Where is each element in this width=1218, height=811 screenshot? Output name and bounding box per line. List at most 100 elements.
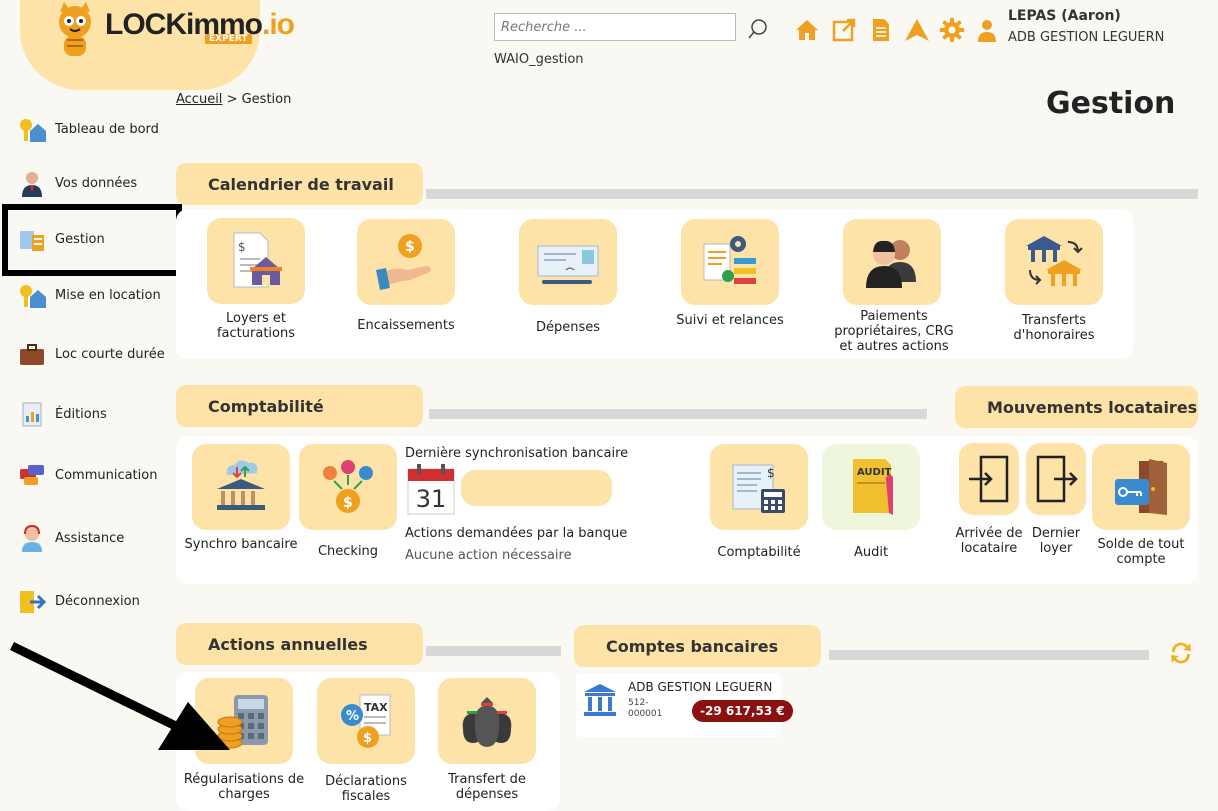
svg-text:$: $ (767, 466, 775, 480)
bank-balance-badge: -29 617,53 € (692, 700, 793, 722)
tile-paiements-proprietaires[interactable] (843, 219, 941, 305)
sidebar-item-assistance[interactable]: Assistance (18, 522, 178, 554)
tax-icon: TAX% $ (341, 694, 391, 748)
sidebar-item-tableau-de-bord[interactable]: Tableau de bord (18, 113, 178, 145)
sidebar-item-deconnexion[interactable]: Déconnexion (18, 585, 178, 617)
tile-label: Checking (317, 544, 379, 559)
tile-label: Transferts d'honoraires (1013, 313, 1095, 343)
sync-date-field (461, 470, 612, 506)
tile-transfert-depenses[interactable] (438, 678, 536, 764)
svg-text:TAX: TAX (364, 701, 388, 714)
house-key-icon (20, 285, 46, 308)
tile-audit[interactable]: AUDIT (822, 444, 920, 530)
sidebar-item-label: Loc courte durée (55, 346, 165, 362)
user-company: ADB GESTION LEGUERN (1008, 30, 1165, 45)
tile-depenses[interactable] (519, 219, 617, 305)
svg-text:$: $ (343, 495, 353, 511)
bank-actions-title: Actions demandées par la banque (405, 526, 628, 541)
suitcase-icon (20, 344, 44, 365)
svg-text:$: $ (363, 731, 372, 746)
tile-label: Suivi et relances (676, 313, 784, 328)
tile-encaissements[interactable]: $ (357, 219, 455, 305)
cheque-icon (537, 245, 599, 284)
tile-label: Paiements propriétaires, CRG et autres a… (834, 309, 954, 354)
sidebar-item-label: Éditions (55, 406, 107, 422)
sidebar-item-label: Mise en location (55, 287, 161, 303)
tile-checking[interactable]: $ (299, 444, 397, 530)
highlight-box (2, 204, 182, 276)
section-divider (426, 189, 1198, 199)
cat-mascot-icon (59, 2, 91, 56)
tile-label: Dépenses (535, 320, 601, 335)
gear-icon[interactable] (939, 17, 965, 43)
hand-coin-icon: $ (376, 234, 431, 290)
svg-text:AUDIT: AUDIT (857, 467, 892, 478)
sidebar-item-label: Tableau de bord (55, 121, 159, 137)
breadcrumb-current: Gestion (241, 92, 292, 107)
sidebar-item-communication[interactable]: Communication (18, 459, 178, 491)
audit-folder-icon: AUDIT (853, 459, 893, 515)
door-key-icon (1115, 459, 1167, 515)
svg-text:%: % (346, 709, 359, 724)
external-link-icon[interactable] (831, 17, 857, 43)
section-divider (429, 409, 927, 419)
bank-sync-icon (217, 460, 265, 510)
tile-dernier-loyer[interactable] (1026, 443, 1086, 515)
tile-label: Loyers et facturations (216, 311, 295, 341)
calendar-icon: 31 (407, 464, 455, 515)
sidebar-item-label: Assistance (55, 530, 125, 546)
sidebar-item-vos-donnees[interactable]: Vos données (18, 167, 178, 199)
bank-account-number: 512-000001 (628, 698, 663, 719)
annotation-arrow-icon (10, 641, 230, 750)
house-key-icon (20, 119, 46, 142)
svg-text:$: $ (405, 239, 415, 255)
section-divider (426, 646, 561, 656)
tile-label: Solde de tout compte (1097, 537, 1185, 567)
brand-logo[interactable]: LOCKimmo.io (105, 8, 295, 42)
breadcrumb-home-link[interactable]: Accueil (176, 92, 222, 107)
bank-icon (584, 684, 616, 716)
section-divider (829, 650, 1149, 660)
tile-arrivee-locataire[interactable] (959, 443, 1019, 515)
report-icon (22, 402, 42, 427)
tile-declarations-fiscales[interactable]: TAX% $ (317, 678, 415, 764)
section-header-comptes-bancaires: Comptes bancaires (574, 625, 821, 667)
brand-tag: EXPERT (205, 34, 252, 44)
home-icon[interactable] (794, 17, 820, 43)
user-name[interactable]: LEPAS (Aaron) (1008, 8, 1121, 24)
tile-loyers-facturations[interactable]: $ (207, 218, 305, 304)
tile-synchro-bancaire[interactable] (192, 444, 290, 530)
document-icon[interactable] (868, 17, 894, 43)
tile-label: Synchro bancaire (184, 537, 298, 552)
sidebar-item-mise-en-location[interactable]: Mise en location (18, 279, 178, 311)
calendrier-panel (176, 209, 1133, 359)
tile-comptabilite[interactable]: $ (710, 444, 808, 530)
logout-icon (20, 591, 46, 613)
bank-account-name: ADB GESTION LEGUERN (628, 680, 773, 694)
bank-actions-status: Aucune action nécessaire (405, 548, 572, 563)
coins-check-icon: $ (323, 460, 373, 513)
support-agent-icon (22, 524, 42, 552)
tile-label: Encaissements (357, 318, 455, 333)
user-icon[interactable] (974, 17, 1000, 43)
svg-text:$: $ (238, 240, 246, 254)
breadcrumb-separator: > (226, 92, 238, 107)
tile-solde-tout-compte[interactable] (1092, 444, 1190, 530)
search-icon[interactable] (747, 18, 769, 40)
chat-bubbles-icon (20, 465, 44, 485)
sidebar-item-loc-courte-duree[interactable]: Loc courte durée (18, 338, 178, 370)
tile-label: Comptabilité (717, 545, 801, 560)
rent-invoice-icon: $ (233, 232, 282, 288)
alert-icon[interactable] (904, 17, 930, 43)
refresh-icon[interactable] (1168, 640, 1194, 666)
door-enter-icon (969, 455, 1009, 503)
owners-icon (866, 240, 916, 288)
tile-label: Transfert de dépenses (448, 772, 526, 802)
tile-label: Régularisations de charges (183, 772, 305, 802)
section-header-comptabilite: Comptabilité (176, 385, 423, 427)
tile-suivi-relances[interactable] (681, 219, 779, 305)
tile-transferts-honoraires[interactable] (1005, 219, 1103, 305)
accounting-icon: $ (732, 464, 785, 513)
search-input[interactable] (494, 13, 736, 41)
sidebar-item-editions[interactable]: Éditions (18, 398, 178, 430)
